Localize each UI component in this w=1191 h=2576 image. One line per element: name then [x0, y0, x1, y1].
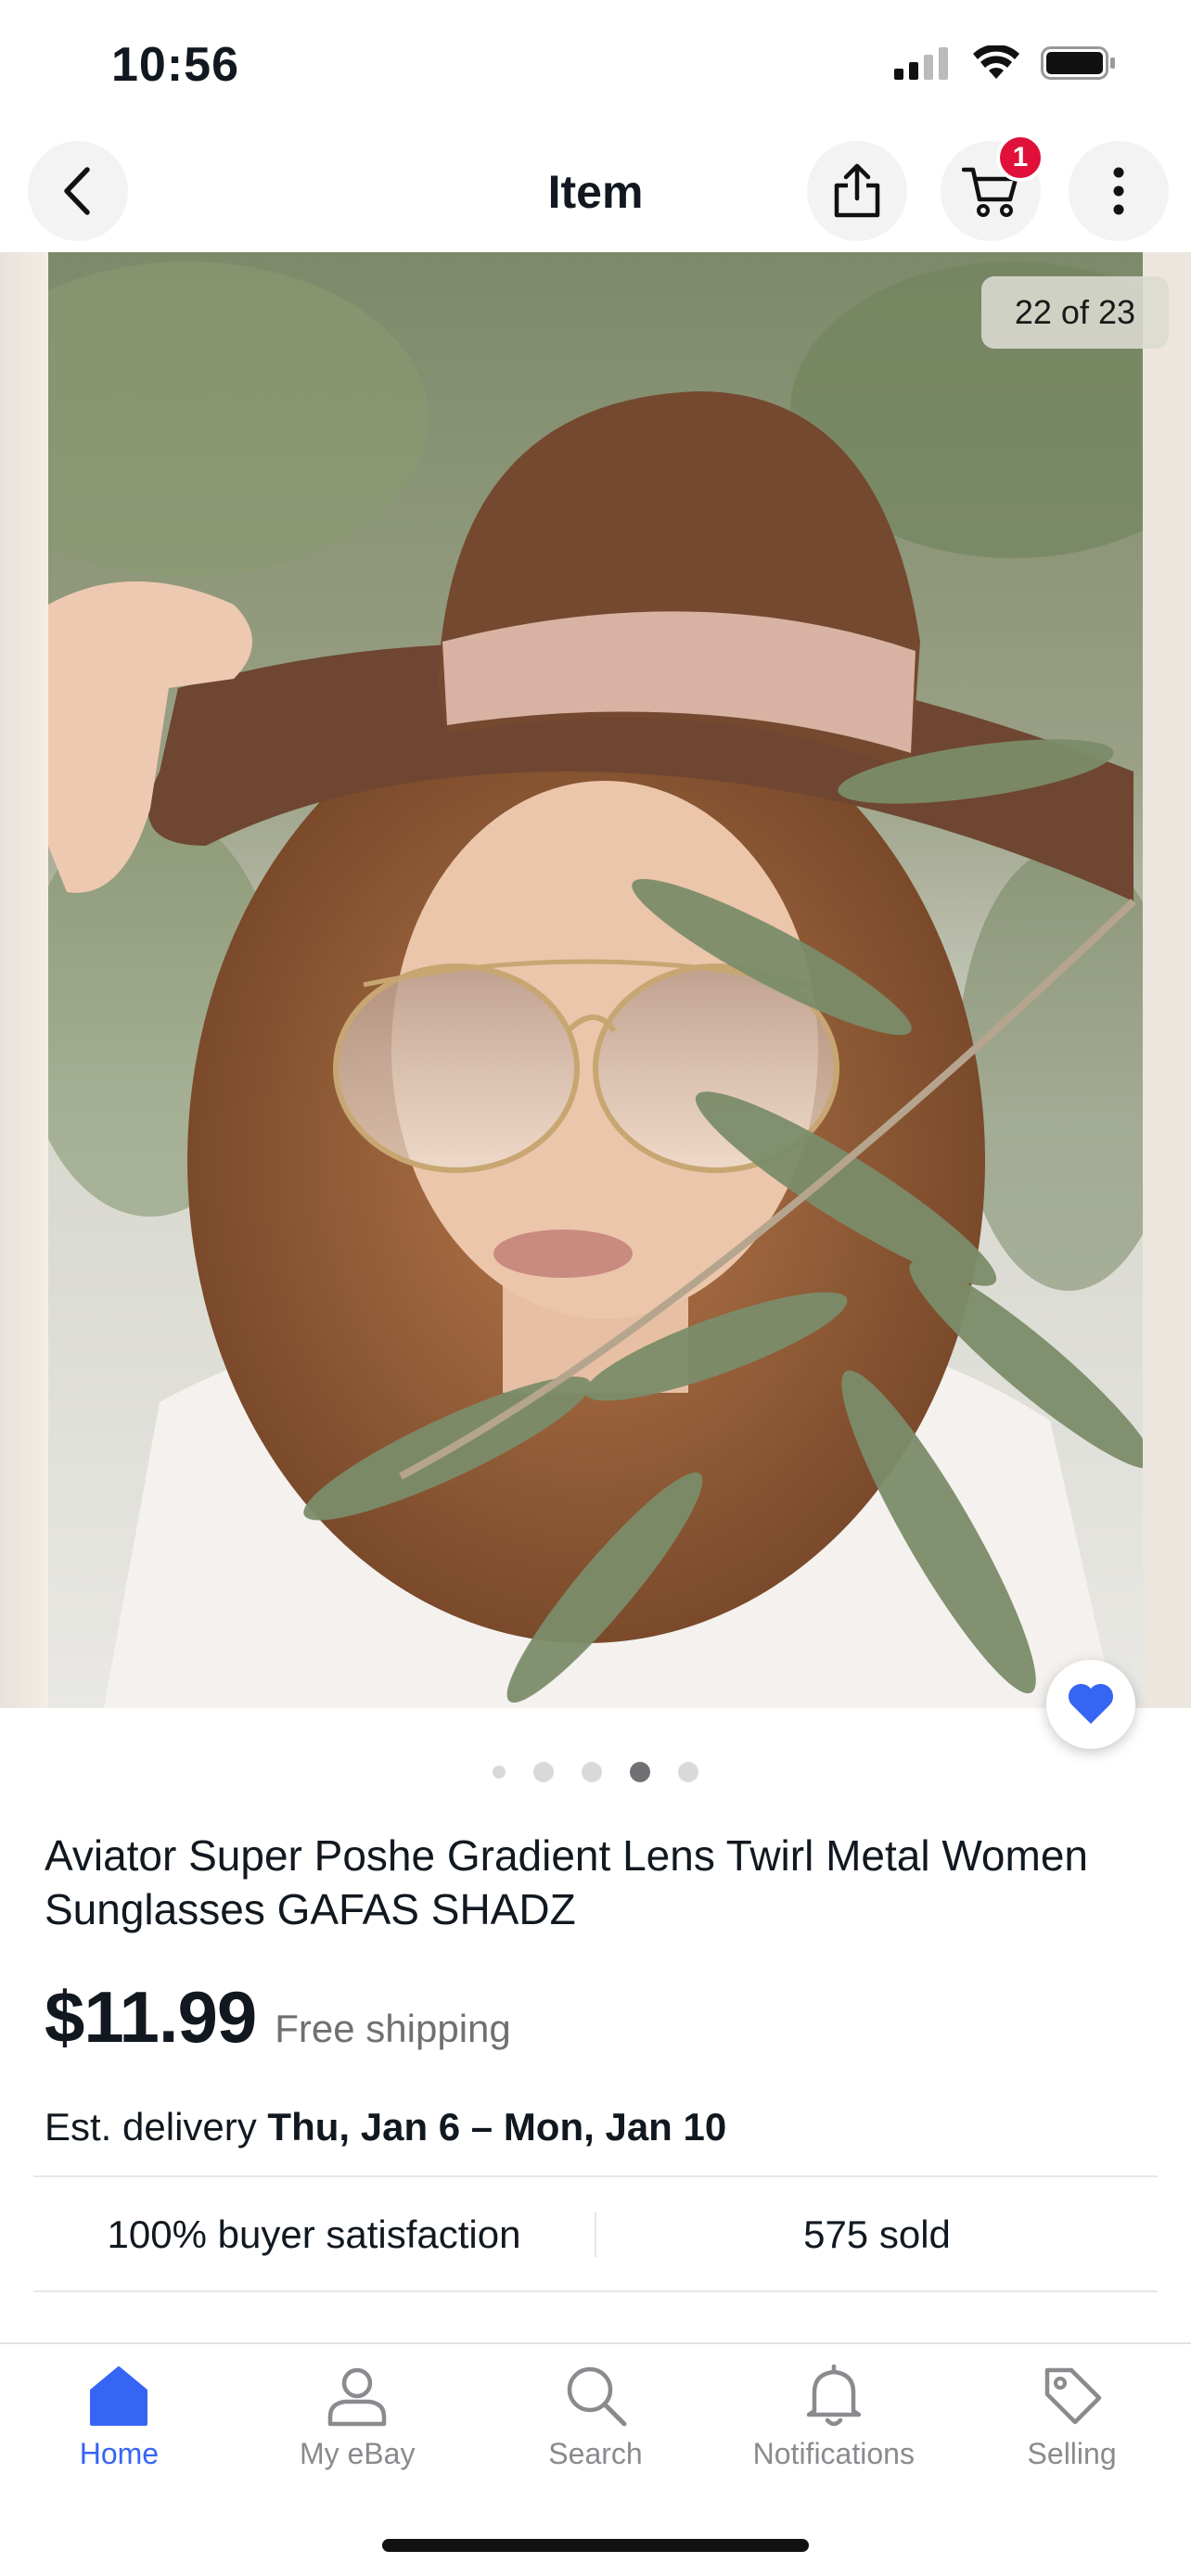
seller-stats: 100% buyer satisfaction 575 sold	[33, 2179, 1158, 2290]
heart-icon	[1068, 1683, 1114, 1724]
cart-button[interactable]: 1	[941, 134, 1044, 241]
share-button[interactable]	[807, 141, 907, 241]
search-icon	[567, 2366, 627, 2427]
tag-icon	[1044, 2367, 1101, 2425]
product-photo[interactable]	[48, 252, 1143, 1708]
share-icon	[834, 163, 880, 218]
status-icons	[894, 45, 1117, 82]
item-price: $11.99	[45, 1976, 257, 2058]
status-time: 10:56	[111, 38, 239, 92]
product-photo-illustration	[48, 252, 1143, 1708]
chevron-left-icon	[64, 167, 90, 215]
tab-label: My eBay	[299, 2437, 416, 2470]
person-icon	[327, 2367, 387, 2427]
pagination-dot	[582, 1762, 602, 1782]
home-icon	[90, 2366, 148, 2426]
item-title: Aviator Super Poshe Gradient Lens Twirl …	[45, 1831, 1089, 1933]
sold-count: 575 sold	[803, 2213, 951, 2256]
shipping-info: Free shipping	[275, 2007, 511, 2050]
pagination-dot	[493, 1766, 506, 1779]
divider	[33, 2290, 1158, 2292]
cellular-signal-icon	[894, 47, 948, 80]
estimated-delivery: Est. delivery Thu, Jan 6 – Mon, Jan 10	[45, 2105, 726, 2149]
photo-counter: 22 of 23	[980, 276, 1169, 349]
tab-my-ebay[interactable]: My eBay	[238, 2363, 477, 2471]
tab-label: Notifications	[752, 2437, 915, 2470]
pagination-dot	[533, 1762, 554, 1782]
tab-home[interactable]: Home	[0, 2363, 238, 2471]
pagination-dot	[678, 1762, 698, 1782]
home-indicator[interactable]	[382, 2539, 809, 2552]
tab-label: Home	[79, 2437, 160, 2470]
pagination-dot-active	[630, 1762, 650, 1782]
divider	[33, 2175, 1158, 2177]
delivery-label: Est. delivery	[45, 2105, 257, 2149]
tab-search[interactable]: Search	[477, 2363, 715, 2471]
back-button[interactable]	[28, 141, 128, 241]
watch-button[interactable]	[1046, 1660, 1135, 1749]
status-bar: 10:56	[0, 0, 1191, 130]
delivery-dates: Thu, Jan 6 – Mon, Jan 10	[267, 2105, 727, 2149]
tab-label: Selling	[1027, 2437, 1117, 2470]
wifi-icon	[973, 45, 1019, 79]
tab-selling[interactable]: Selling	[953, 2363, 1191, 2471]
image-gallery[interactable]: 22 of 23	[0, 252, 1191, 1708]
nav-header: Item 1	[0, 130, 1191, 252]
tab-label: Search	[548, 2437, 643, 2470]
bell-icon	[806, 2364, 862, 2427]
more-vertical-icon	[1113, 167, 1124, 215]
buyer-satisfaction: 100% buyer satisfaction	[107, 2213, 521, 2256]
gallery-pagination	[0, 1762, 1191, 1782]
cart-count-badge: 1	[996, 134, 1044, 182]
more-options-button[interactable]	[1069, 141, 1169, 241]
battery-icon	[1041, 46, 1115, 80]
tab-notifications[interactable]: Notifications	[714, 2363, 953, 2471]
price-row: $11.99 Free shipping	[45, 1975, 511, 2060]
